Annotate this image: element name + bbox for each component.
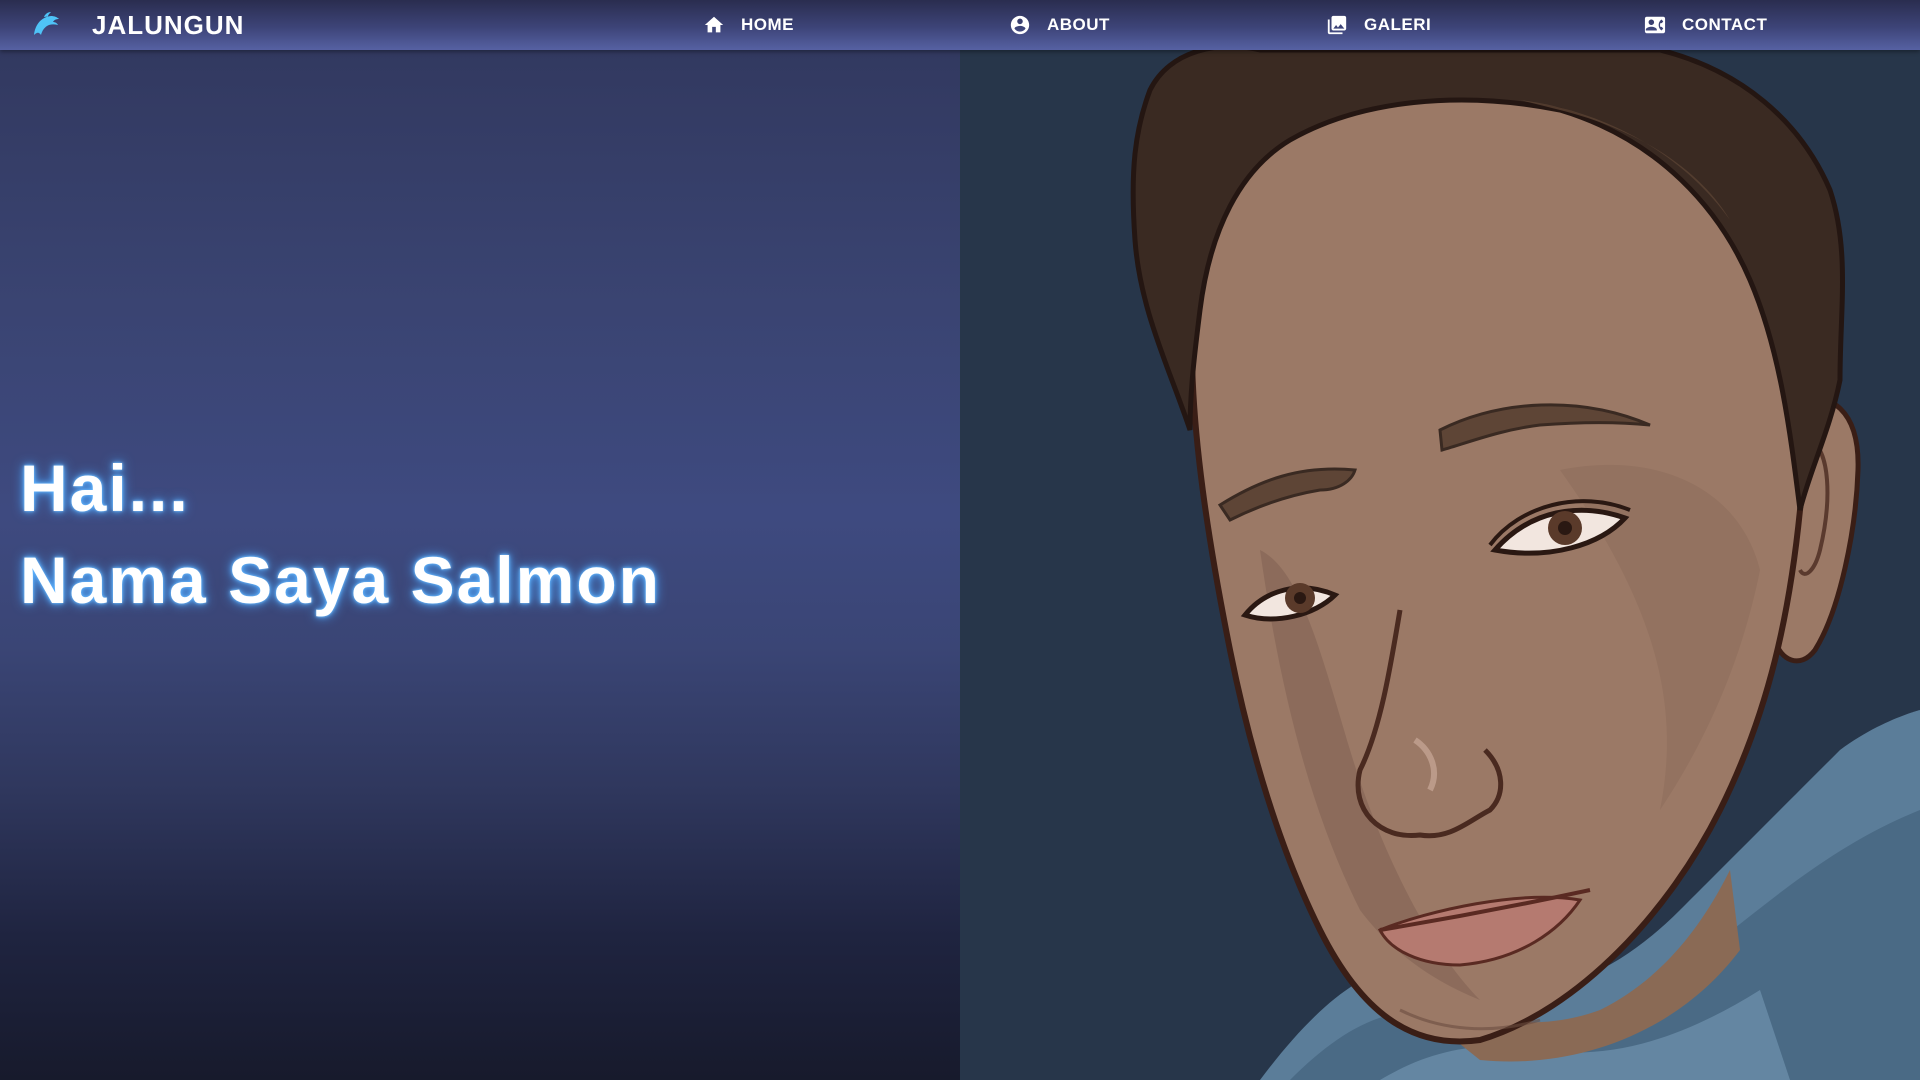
hero-intro: Nama Saya Salmon [20,543,661,617]
hero-heading: Hai... Nama Saya Salmon [20,442,661,626]
nav-item-home-label: HOME [741,15,794,34]
nav-item-contact[interactable]: CONTACT [1644,0,1767,50]
brand-name: JALUNGUN [92,9,245,40]
nav-item-home[interactable]: HOME [703,0,794,50]
dolphin-icon [30,9,62,41]
portrait-image [960,50,1920,1080]
nav-item-about-label: ABOUT [1047,15,1110,34]
brand-link[interactable]: JALUNGUN [30,0,244,50]
nav-item-contact-label: CONTACT [1682,15,1768,34]
hero-section: Hai... Nama Saya Salmon [0,50,960,1080]
home-icon [704,16,724,33]
hero-greeting: Hai... [20,451,190,525]
navbar: JALUNGUN HOME ABOUT GALERI CONTACT [0,0,1920,50]
contact-card-icon [1644,16,1666,34]
account-circle-icon [1010,15,1030,35]
cartoon-portrait-illustration [960,50,1920,1080]
photo-library-icon [1327,15,1347,35]
nav-item-about[interactable]: ABOUT [1009,0,1110,50]
nav-item-galeri-label: GALERI [1364,15,1432,34]
nav-item-galeri[interactable]: GALERI [1326,0,1431,50]
